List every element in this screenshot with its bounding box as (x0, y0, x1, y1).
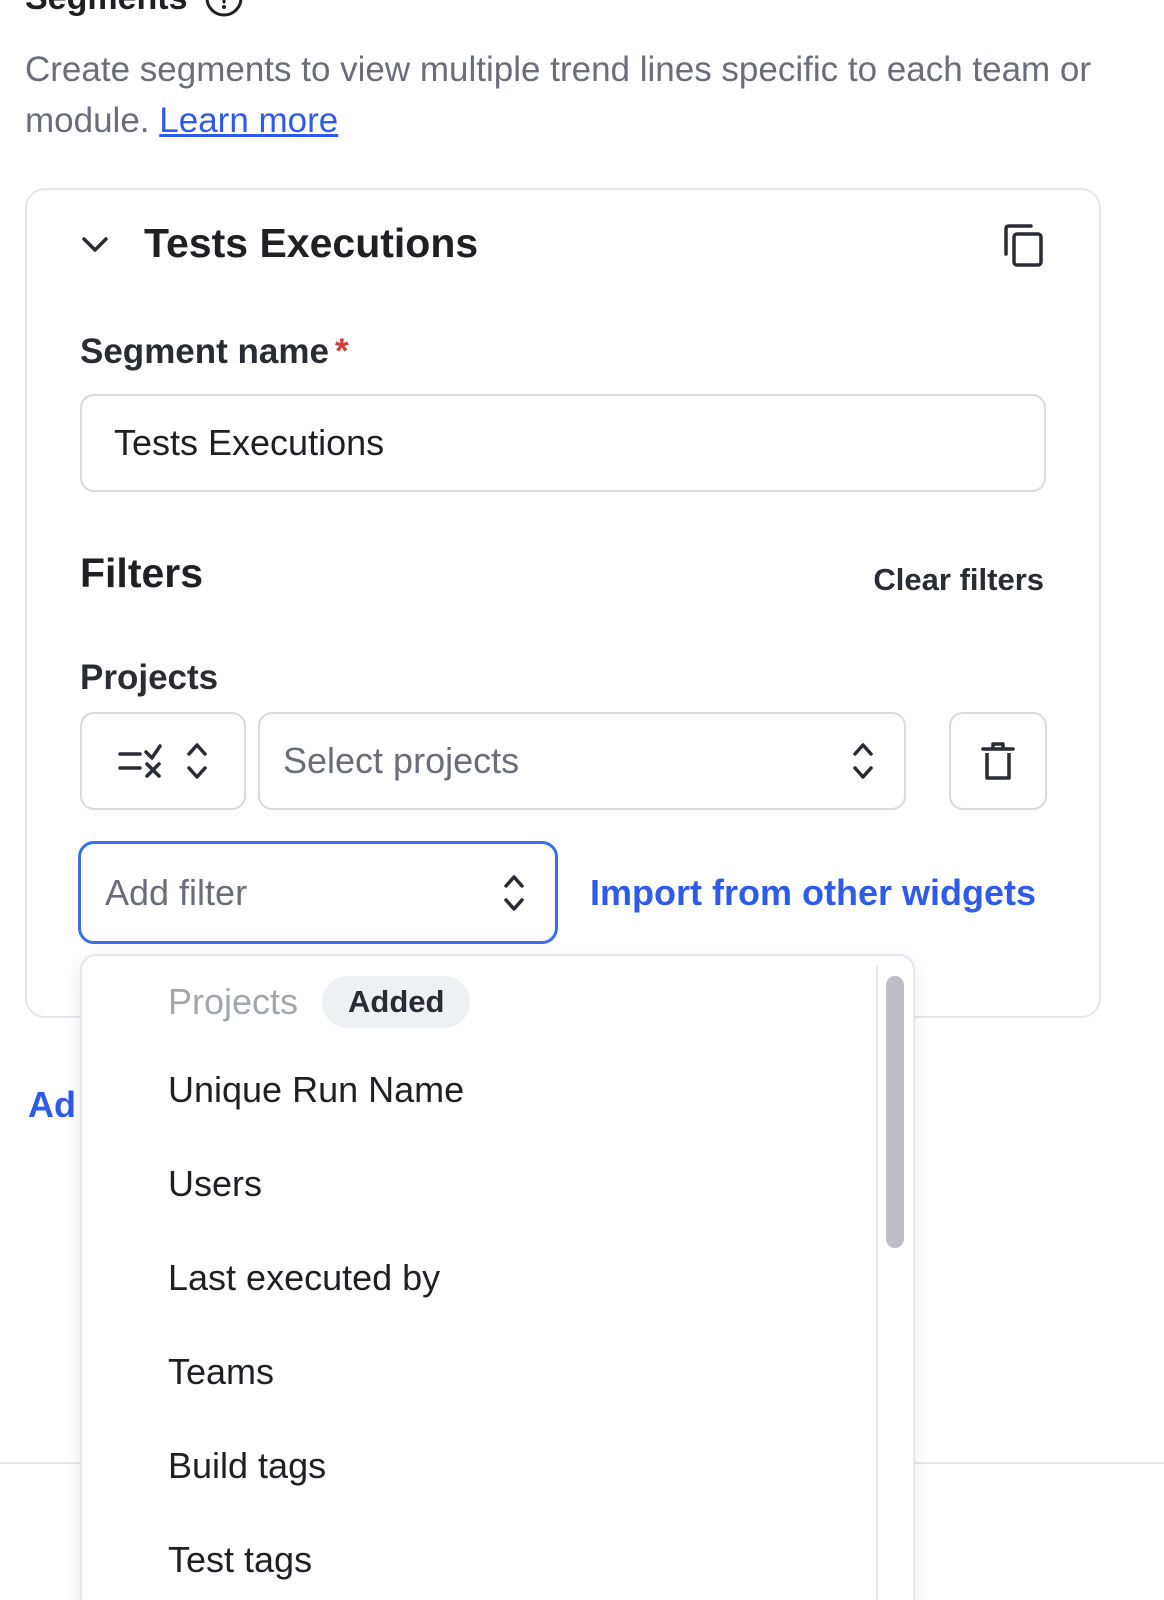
import-from-widgets-link[interactable]: Import from other widgets (590, 872, 1036, 914)
segment-name-label-text: Segment name (80, 332, 329, 371)
help-icon[interactable] (204, 0, 244, 18)
dropdown-item-label: Projects (168, 981, 299, 1022)
dropdown-item-users[interactable]: Users (168, 1163, 262, 1205)
dropdown-item-label: Unique Run Name (168, 1069, 465, 1110)
projects-placeholder: Select projects (283, 740, 520, 781)
dropdown-item-build-tags[interactable]: Build tags (168, 1445, 326, 1487)
add-segment-button[interactable]: Ad (28, 1084, 76, 1126)
add-filter-select[interactable]: Add filter (78, 841, 558, 944)
section-description: Create segments to view multiple trend l… (25, 44, 1115, 146)
added-badge: Added (322, 976, 471, 1028)
dropdown-item-test-tags[interactable]: Test tags (168, 1539, 312, 1581)
chevron-up-down-icon (186, 740, 208, 782)
operator-icon (118, 744, 164, 778)
section-title: Segments (25, 0, 188, 18)
segment-name-label: Segment name * (80, 332, 349, 372)
filter-operator-select[interactable] (80, 712, 246, 810)
projects-label: Projects (80, 658, 219, 697)
scrollbar-thumb[interactable] (886, 976, 904, 1248)
add-filter-placeholder: Add filter (105, 871, 248, 913)
copy-icon[interactable] (1001, 222, 1047, 268)
add-filter-dropdown: Projects Added Unique Run Name Users Las… (80, 954, 915, 1600)
required-marker: * (334, 332, 349, 371)
delete-filter-button[interactable] (949, 712, 1047, 810)
learn-more-link[interactable]: Learn more (159, 101, 338, 140)
chevron-up-down-icon (503, 872, 525, 914)
dropdown-item-label: Last executed by (168, 1257, 441, 1298)
dropdown-item-label: Users (168, 1163, 263, 1204)
dropdown-item-teams[interactable]: Teams (168, 1351, 274, 1393)
dropdown-item-last-executed-by[interactable]: Last executed by (168, 1257, 440, 1299)
dropdown-item-unique-run-name[interactable]: Unique Run Name (168, 1069, 464, 1111)
segment-title: Tests Executions (144, 220, 479, 266)
chevron-up-down-icon (852, 740, 874, 782)
segments-header: Segments (25, 0, 244, 18)
projects-select[interactable]: Select projects (258, 712, 906, 810)
segment-card-header[interactable]: Tests Executions (78, 220, 478, 267)
dropdown-item-label: Build tags (168, 1445, 327, 1486)
chevron-down-icon[interactable] (78, 227, 112, 261)
clear-filters-button[interactable]: Clear filters (873, 562, 1044, 598)
dropdown-item-projects: Projects Added (168, 976, 471, 1028)
dropdown-item-label: Teams (168, 1351, 275, 1392)
dropdown-item-label: Test tags (168, 1539, 313, 1580)
segment-name-input[interactable] (80, 394, 1046, 492)
filters-title: Filters (80, 550, 204, 596)
trash-icon (981, 741, 1015, 781)
segments-panel: Segments Create segments to view multipl… (0, 0, 1164, 1600)
scrollbar-track[interactable] (876, 966, 878, 1600)
